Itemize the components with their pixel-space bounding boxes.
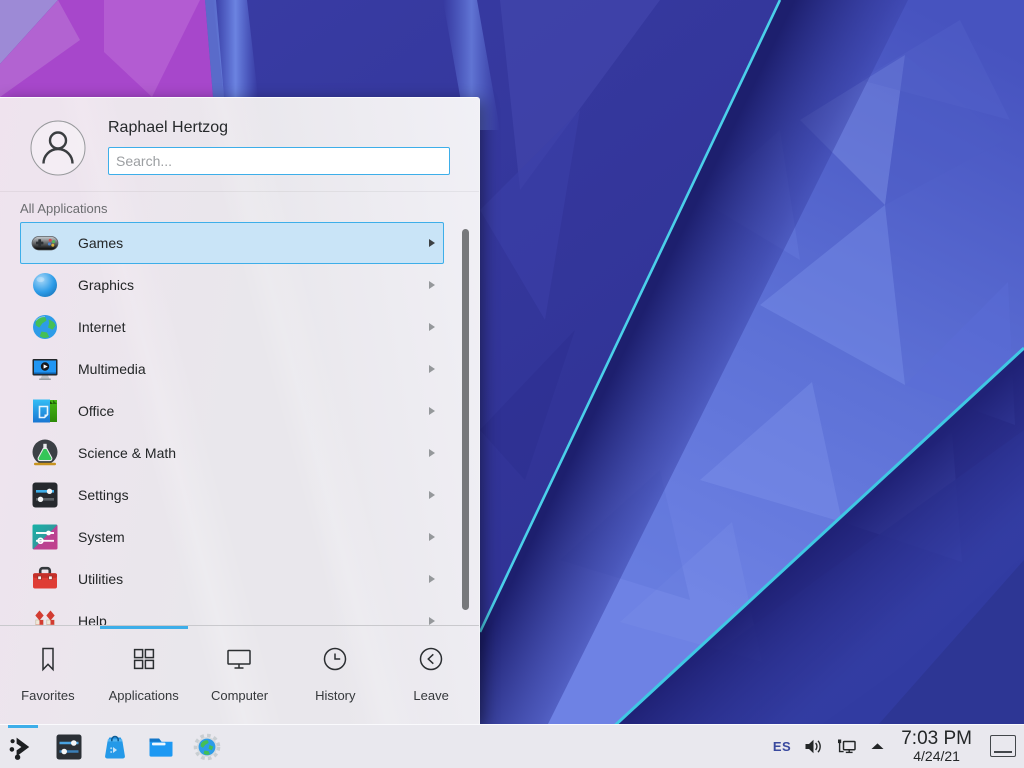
kickoff-icon[interactable] [8,732,38,762]
clock-time: 7:03 PM [901,729,972,749]
category-label: System [78,529,125,545]
tab-applications[interactable]: Applications [96,629,192,725]
dolphin-icon[interactable] [146,732,176,762]
desktop: Raphael Hertzog All Applications Games [0,0,1024,768]
discover-icon[interactable] [100,732,130,762]
submenu-arrow-icon [429,575,435,583]
tab-label: Applications [109,688,179,703]
category-row-games[interactable]: Games [20,222,444,264]
system-sliders-icon [30,522,60,552]
header-separator [0,191,479,192]
computer-icon [224,644,254,679]
bookmark-icon [33,644,63,679]
tab-label: Computer [211,688,268,703]
submenu-arrow-icon [429,365,435,373]
category-row-help[interactable]: Help [20,600,444,625]
tab-leave[interactable]: Leave [383,629,479,725]
tab-label: History [315,688,355,703]
taskbar-launchers [8,732,222,762]
list-scrollbar[interactable] [462,229,469,610]
category-label: Multimedia [78,361,146,377]
documents-icon [30,396,60,426]
category-row-system[interactable]: System [20,516,444,558]
tab-label: Leave [413,688,448,703]
submenu-arrow-icon [429,323,435,331]
clock-date: 4/24/21 [901,749,972,764]
category-row-office[interactable]: Office [20,390,444,432]
media-monitor-icon [30,354,60,384]
konqueror-icon[interactable] [192,732,222,762]
show-desktop-button[interactable] [990,735,1016,757]
paint-sphere-icon [30,270,60,300]
sliders-icon [30,480,60,510]
system-settings-icon[interactable] [54,732,84,762]
category-label: Settings [78,487,129,503]
toolbox-icon [30,564,60,594]
gamepad-icon [30,228,60,258]
category-row-graphics[interactable]: Graphics [20,264,444,306]
user-name: Raphael Hertzog [108,119,228,137]
tab-label: Favorites [21,688,74,703]
category-row-utilities[interactable]: Utilities [20,558,444,600]
leave-icon [416,644,446,679]
submenu-arrow-icon [429,449,435,457]
section-label: All Applications [20,201,107,216]
system-tray: ES 7:03 PM 4/24/21 [773,729,1016,764]
application-launcher-popup: Raphael Hertzog All Applications Games [0,97,480,724]
category-row-internet[interactable]: Internet [20,306,444,348]
clock-icon [320,644,350,679]
globe-icon [30,312,60,342]
submenu-arrow-icon [429,491,435,499]
category-label: Office [78,403,114,419]
launcher-active-indicator [8,725,38,728]
submenu-arrow-icon [429,281,435,289]
digital-clock[interactable]: 7:03 PM 4/24/21 [901,729,972,764]
help-buoy-icon [30,606,60,625]
tabbar-separator [0,625,479,626]
category-label: Science & Math [78,445,176,461]
category-label: Internet [78,319,125,335]
keyboard-layout-indicator[interactable]: ES [773,739,791,754]
category-row-science-math[interactable]: Science & Math [20,432,444,474]
flask-icon [30,438,60,468]
tab-computer[interactable]: Computer [192,629,288,725]
submenu-arrow-icon [429,533,435,541]
expand-tray-icon[interactable] [870,741,885,751]
wired-network-icon[interactable] [836,738,857,755]
volume-icon[interactable] [804,738,823,755]
submenu-arrow-icon [429,407,435,415]
user-avatar[interactable] [30,120,86,176]
tab-favorites[interactable]: Favorites [0,629,96,725]
submenu-arrow-icon [429,617,435,625]
category-label: Utilities [78,571,123,587]
category-row-settings[interactable]: Settings [20,474,444,516]
search-input[interactable] [108,147,450,175]
submenu-arrow-icon [429,239,435,247]
app-grid-icon [129,644,159,679]
category-label: Games [78,235,123,251]
category-row-multimedia[interactable]: Multimedia [20,348,444,390]
category-label: Help [78,613,107,625]
category-label: Graphics [78,277,134,293]
launcher-tabbar: Favorites Applications C [0,629,479,725]
tab-history[interactable]: History [287,629,383,725]
taskbar-panel: ES 7:03 PM 4/24/21 [0,724,1024,768]
category-list: Games Graphics [0,222,479,625]
